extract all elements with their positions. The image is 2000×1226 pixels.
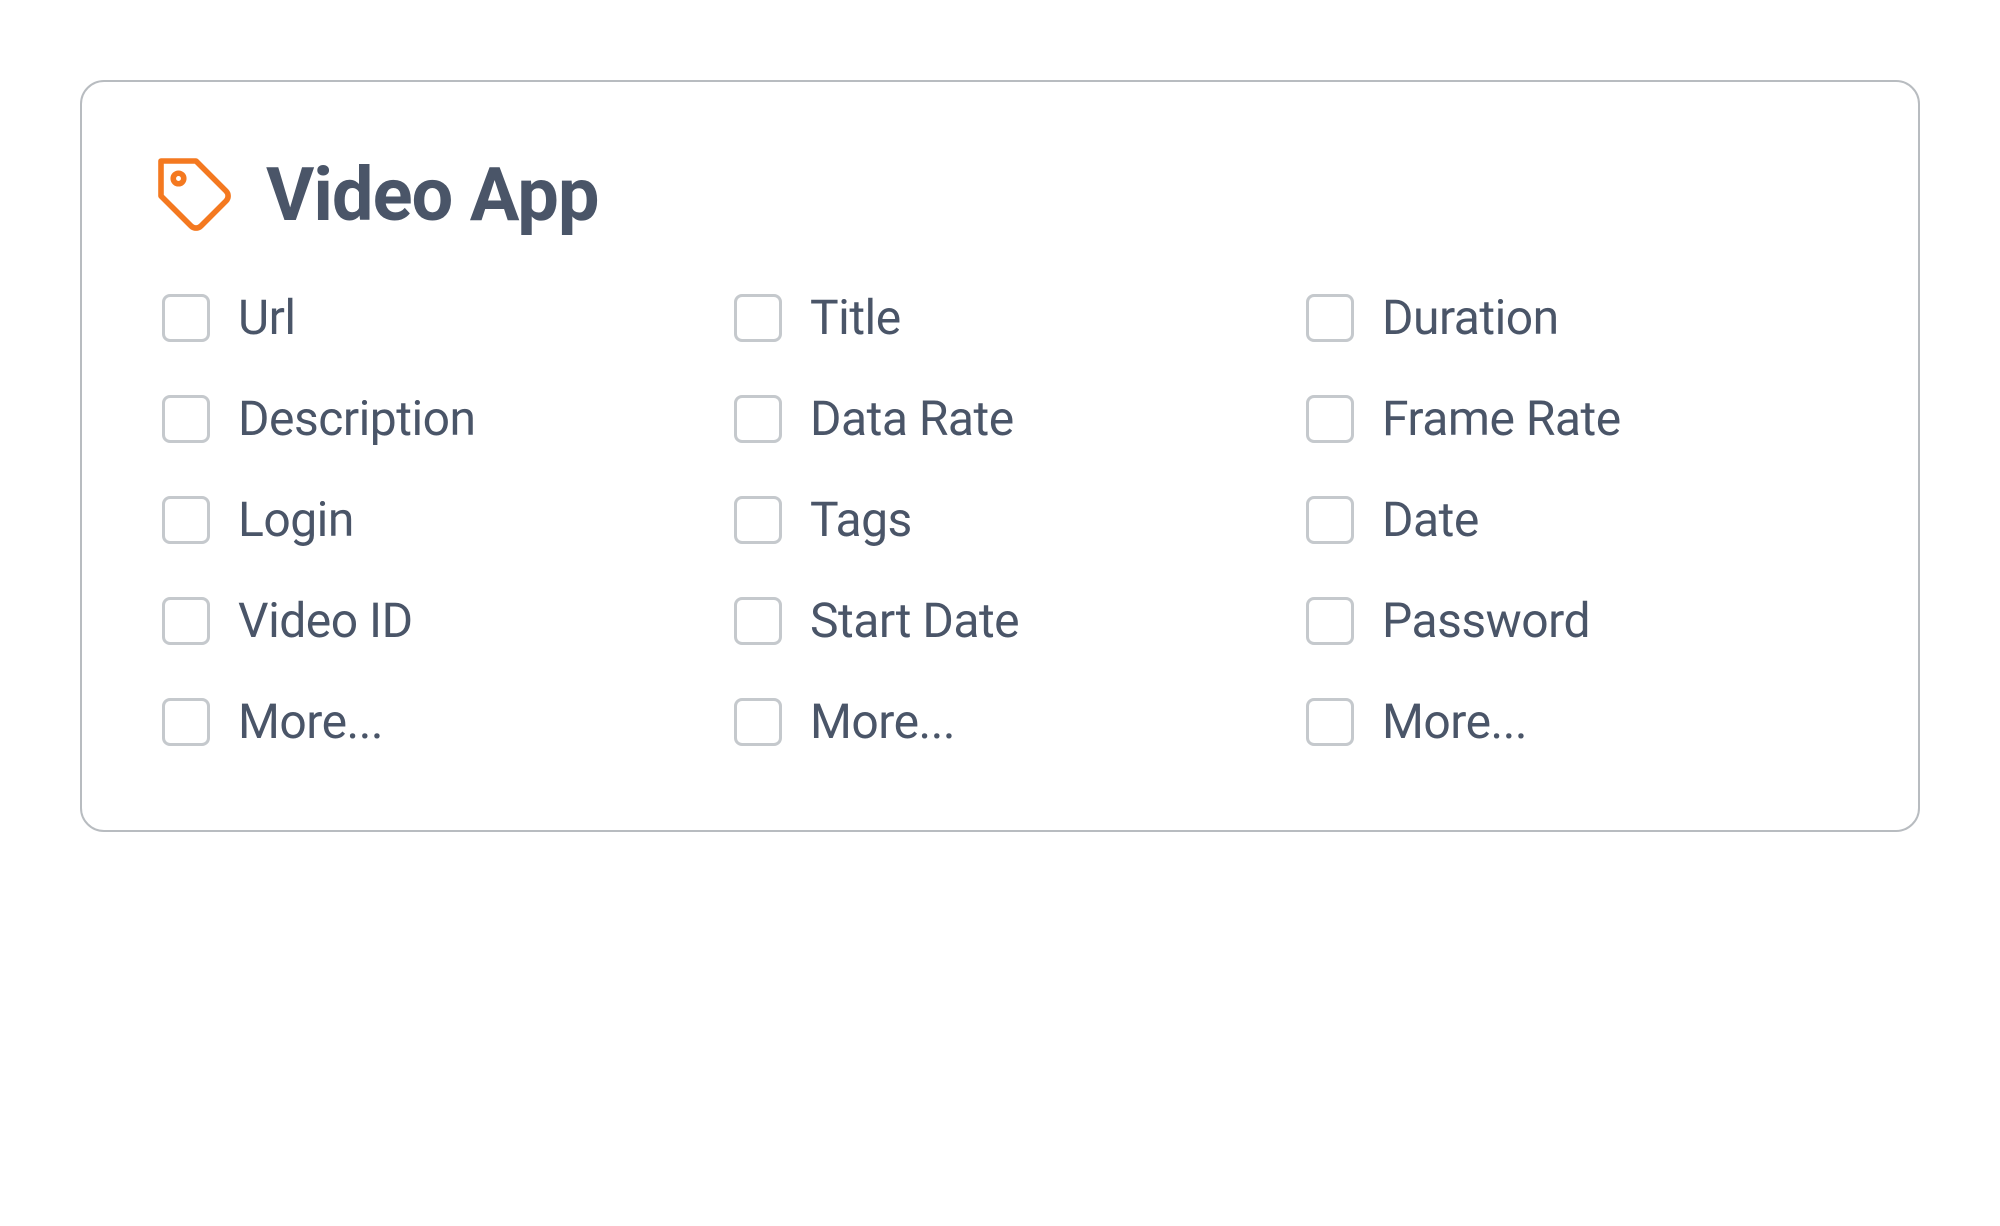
checkbox-data-rate[interactable]: [734, 395, 782, 443]
checkbox-label: More...: [1382, 693, 1527, 750]
video-app-card: Video App Url Title Duration Description…: [80, 80, 1920, 832]
checkbox-item-tags: Tags: [734, 491, 1266, 548]
checkbox-more-3[interactable]: [1306, 698, 1354, 746]
card-title: Video App: [266, 152, 599, 239]
checkbox-more-2[interactable]: [734, 698, 782, 746]
checkbox-label: Date: [1382, 491, 1479, 548]
checkbox-start-date[interactable]: [734, 597, 782, 645]
checkbox-item-data-rate: Data Rate: [734, 390, 1266, 447]
checkbox-item-login: Login: [162, 491, 694, 548]
card-header: Video App: [154, 152, 1838, 239]
checkbox-item-more-1: More...: [162, 693, 694, 750]
checkbox-video-id[interactable]: [162, 597, 210, 645]
checkbox-description[interactable]: [162, 395, 210, 443]
checkbox-label: Frame Rate: [1382, 390, 1621, 447]
checkbox-label: Data Rate: [810, 390, 1014, 447]
checkbox-more-1[interactable]: [162, 698, 210, 746]
checkbox-frame-rate[interactable]: [1306, 395, 1354, 443]
checkbox-label: More...: [238, 693, 383, 750]
checkbox-item-more-2: More...: [734, 693, 1266, 750]
checkbox-item-title: Title: [734, 289, 1266, 346]
checkbox-item-start-date: Start Date: [734, 592, 1266, 649]
checkbox-label: More...: [810, 693, 955, 750]
checkbox-item-frame-rate: Frame Rate: [1306, 390, 1838, 447]
checkbox-password[interactable]: [1306, 597, 1354, 645]
checkbox-label: Title: [810, 289, 901, 346]
checkbox-item-more-3: More...: [1306, 693, 1838, 750]
checkbox-item-video-id: Video ID: [162, 592, 694, 649]
checkbox-title[interactable]: [734, 294, 782, 342]
checkbox-tags[interactable]: [734, 496, 782, 544]
checkbox-label: Duration: [1382, 289, 1559, 346]
checkbox-item-url: Url: [162, 289, 694, 346]
checkbox-item-date: Date: [1306, 491, 1838, 548]
checkbox-label: Url: [238, 289, 296, 346]
tag-icon: [154, 154, 238, 238]
checkbox-login[interactable]: [162, 496, 210, 544]
checkbox-item-description: Description: [162, 390, 694, 447]
checkbox-label: Start Date: [810, 592, 1019, 649]
checkbox-date[interactable]: [1306, 496, 1354, 544]
checkbox-label: Tags: [810, 491, 912, 548]
checkbox-url[interactable]: [162, 294, 210, 342]
checkbox-item-duration: Duration: [1306, 289, 1838, 346]
checkbox-label: Description: [238, 390, 476, 447]
checkbox-label: Password: [1382, 592, 1590, 649]
checkbox-grid: Url Title Duration Description Data Rate…: [162, 289, 1838, 750]
checkbox-label: Video ID: [238, 592, 413, 649]
checkbox-item-password: Password: [1306, 592, 1838, 649]
checkbox-label: Login: [238, 491, 354, 548]
checkbox-duration[interactable]: [1306, 294, 1354, 342]
